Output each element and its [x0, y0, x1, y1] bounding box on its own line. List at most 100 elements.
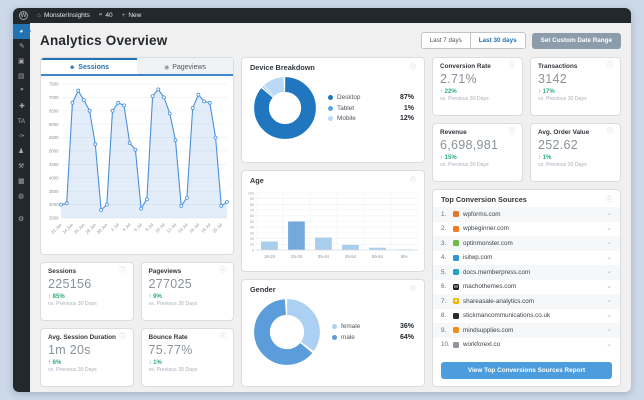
sidebar-item-pages[interactable]: ▤	[13, 69, 30, 84]
age-bar-chart: 010 20 3040 50 6070 80 90 100 18-24 25-34 35-44 45-…	[248, 191, 419, 259]
comments-icon: ❞	[19, 88, 24, 95]
panel-title: Age	[250, 176, 264, 185]
set-custom-date-range-button[interactable]: Set Custom Date Range	[531, 32, 621, 49]
arrow-up-icon: ↑	[48, 294, 51, 300]
site-menu[interactable]: ⌂ MonsterInsights	[37, 12, 90, 19]
source-row-workforexl-co[interactable]: 10. workforexl.co ⌄	[433, 338, 620, 353]
sidebar-item-plugins[interactable]: ✑	[13, 129, 30, 144]
metric-value: 225156	[48, 277, 92, 291]
metric-label: Transactions	[538, 63, 578, 70]
person-icon: ☻	[68, 64, 76, 71]
source-domain: shareasale-analytics.com	[463, 297, 535, 305]
metric-comparison: vs. Previous 30 Days	[440, 96, 489, 102]
metric-change: ↑ 22%	[440, 89, 457, 95]
source-row-machothemes-com[interactable]: 6. Mmachothemes.com ⌄	[433, 280, 620, 295]
info-icon[interactable]: ⓘ	[410, 178, 416, 184]
info-icon[interactable]: ⓘ	[509, 129, 515, 135]
metric-value: 6,698,981	[440, 138, 499, 152]
sidebar-item-comments[interactable]: ❞	[13, 84, 30, 99]
metric-value: 3142	[538, 72, 568, 86]
source-row-mindsupplies-com[interactable]: 9. mindsupplies.com ⌄	[433, 323, 620, 338]
sidebar-item-collapse[interactable]: ⚙	[13, 212, 30, 227]
metric-label: Revenue	[440, 129, 467, 136]
info-icon[interactable]: ⓘ	[410, 65, 416, 71]
source-rank: 7.	[441, 297, 447, 305]
favicon-icon	[453, 312, 459, 319]
legend-item-tablet[interactable]: Tablet 1%	[328, 105, 414, 112]
new-menu[interactable]: + New	[122, 12, 142, 19]
info-icon[interactable]: ⓘ	[607, 129, 613, 135]
info-icon[interactable]: ⓘ	[220, 268, 226, 274]
tools-icon: ⚒	[18, 163, 25, 170]
sidebar-item-tools[interactable]: ⚒	[13, 159, 30, 174]
main-content: Analytics Overview Last 7 days Last 30 d…	[30, 23, 631, 392]
svg-text:0: 0	[252, 248, 254, 252]
source-rank: 3.	[441, 239, 447, 247]
sidebar-item-media[interactable]: ▣	[13, 54, 30, 69]
wordpress-logo-icon[interactable]: W	[19, 11, 28, 20]
svg-text:14 Jul: 14 Jul	[177, 222, 189, 234]
chart-tabs: ☻ Sessions ◉ Pageviews	[41, 58, 233, 76]
favicon-icon	[453, 269, 459, 276]
source-row-wpbeginner-com[interactable]: 2. wpbeginner.com ⌄	[433, 222, 620, 237]
view-top-conversions-sources-report-button[interactable]: View Top Conversions Sources Report	[441, 362, 612, 379]
info-icon[interactable]: ⓘ	[606, 197, 612, 203]
source-rank: 10.	[441, 341, 450, 349]
svg-text:60: 60	[250, 214, 254, 218]
metric-value: 75.77%	[148, 343, 193, 357]
legend-item-desktop[interactable]: Desktop 87%	[328, 94, 414, 101]
source-domain: mindsupplies.com	[463, 326, 514, 334]
date-range-controls: Last 7 days Last 30 days Set Custom Date…	[420, 32, 621, 49]
sidebar-item-dashboard[interactable]: ◕	[13, 24, 31, 39]
arrow-up-icon: ↑	[538, 155, 541, 161]
svg-text:10 Jul: 10 Jul	[154, 222, 166, 234]
svg-text:90: 90	[250, 197, 254, 201]
arrow-up-icon: ↑	[440, 155, 443, 161]
info-icon[interactable]: ⓘ	[220, 334, 226, 340]
source-row-wpforms-com[interactable]: 1. wpforms.com ⌄	[433, 207, 620, 222]
metric-comparison: vs. Previous 30 Days	[48, 367, 97, 373]
legend-item-mobile[interactable]: Mobile 12%	[328, 115, 414, 122]
tab-pageviews[interactable]: ◉ Pageviews	[137, 58, 233, 74]
legend-dot-icon	[332, 334, 337, 340]
settings-icon: ▦	[18, 178, 25, 185]
arrow-up-icon: ↑	[148, 294, 152, 300]
svg-text:6500: 6500	[49, 108, 59, 113]
sidebar-item-text-ta[interactable]: TA	[13, 114, 30, 129]
source-row-shareasale-analytics-com[interactable]: 7. ★ shareasale-analytics.com ⌄	[433, 294, 620, 309]
sidebar-item-posts[interactable]: ✎	[13, 39, 30, 54]
sidebar-item-appearance[interactable]: ✚	[13, 99, 30, 114]
svg-text:50: 50	[250, 220, 254, 224]
last-30-days-button[interactable]: Last 30 days	[469, 33, 525, 48]
sidebar-item-analytics[interactable]: ◍	[13, 189, 30, 204]
legend-item-male[interactable]: male 64%	[332, 334, 414, 341]
panel-title: Top Conversion Sources	[441, 195, 527, 204]
info-icon[interactable]: ⓘ	[410, 287, 416, 293]
source-domain: wpforms.com	[463, 210, 501, 218]
source-domain: workforexl.co	[463, 341, 501, 349]
legend-item-female[interactable]: female 36%	[332, 323, 414, 330]
sidebar-item-settings[interactable]: ▦	[13, 174, 30, 189]
source-row-stickmancommunications-co-uk[interactable]: 8. stickmancommunications.co.uk ⌄	[433, 309, 620, 324]
info-icon[interactable]: ⓘ	[119, 268, 125, 274]
comments-menu[interactable]: ❞ 40	[99, 12, 113, 20]
metric-change: ↓ 1%	[148, 360, 162, 366]
source-row-docs-memberpress-com[interactable]: 5. docs.memberpress.com ⌄	[433, 265, 620, 280]
favicon-icon	[453, 211, 459, 218]
page-title: Analytics Overview	[40, 33, 168, 48]
source-row-isitwp-com[interactable]: 4. isitwp.com ⌄	[433, 251, 620, 266]
favicon-icon	[453, 327, 459, 334]
browser-window: W ⌂ MonsterInsights ❞ 40 + New ◕ ✎ ▣ ▤ ❞ ✚ TA ✑…	[13, 8, 631, 392]
svg-text:55-64: 55-64	[372, 254, 384, 259]
tab-sessions[interactable]: ☻ Sessions	[41, 58, 137, 74]
metric-comparison: vs. Previous 30 Days	[148, 367, 198, 373]
sidebar-item-users[interactable]: ♟	[13, 144, 30, 159]
legend-dot-icon	[328, 95, 333, 100]
info-icon[interactable]: ⓘ	[119, 334, 125, 340]
svg-text:7000: 7000	[49, 95, 59, 100]
info-icon[interactable]: ⓘ	[607, 63, 613, 69]
source-row-optinmonster-com[interactable]: 3. optinmonster.com ⌄	[433, 236, 620, 251]
favicon-icon	[453, 254, 459, 261]
last-7-days-button[interactable]: Last 7 days	[421, 33, 470, 48]
info-icon[interactable]: ⓘ	[509, 63, 515, 69]
